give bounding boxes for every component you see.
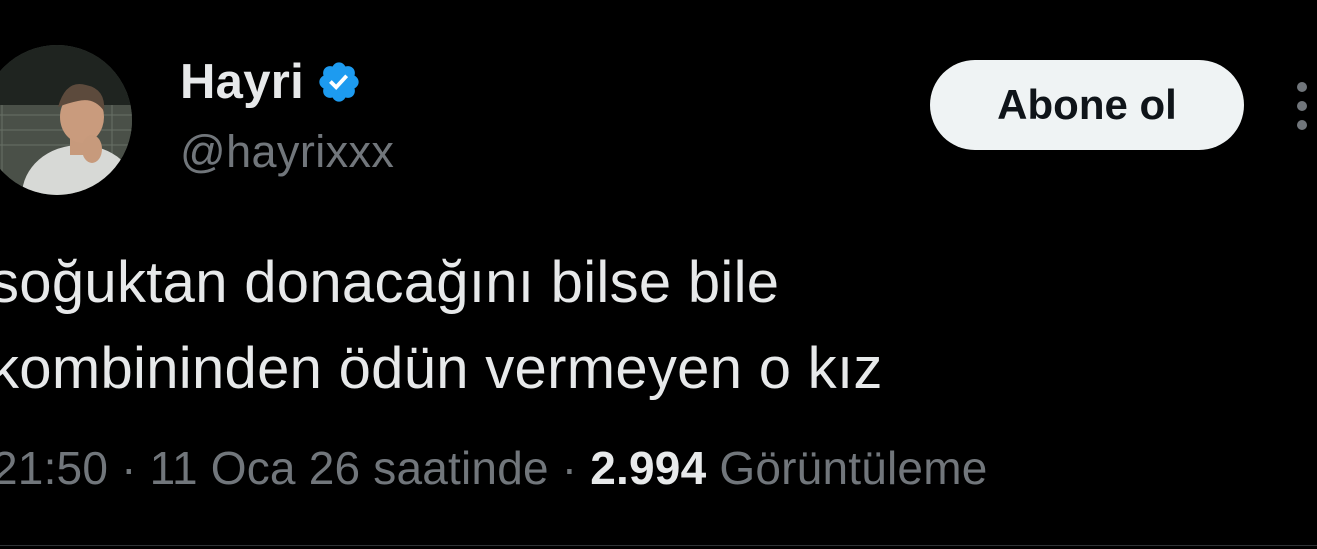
avatar-photo xyxy=(0,45,132,195)
tweet-text-line: soğuktan donacağını bilse bile xyxy=(0,250,780,315)
meta-separator: · xyxy=(121,442,137,494)
verified-badge-icon[interactable] xyxy=(316,59,362,105)
follow-button[interactable]: Abone ol xyxy=(930,60,1244,150)
author-name-row[interactable]: Hayri xyxy=(180,52,362,112)
tweet-date[interactable]: 11 Oca 26 saatinde xyxy=(150,442,549,494)
divider xyxy=(0,545,1317,546)
views-count[interactable]: 2.994 xyxy=(590,442,706,494)
views-label[interactable]: Görüntüleme xyxy=(719,442,987,494)
avatar[interactable] xyxy=(0,45,132,195)
tweet-text-line: kombininden ödün vermeyen o kız xyxy=(0,336,883,401)
tweet-time[interactable]: 21:50 xyxy=(0,442,108,494)
tweet-meta: 21:50 · 11 Oca 26 saatinde · 2.994 Görün… xyxy=(0,438,988,498)
more-vertical-icon[interactable] xyxy=(1292,82,1312,130)
tweet-text: soğuktan donacağını bilse bile kombinind… xyxy=(0,240,1290,412)
author-display-name[interactable]: Hayri xyxy=(180,54,304,110)
author-handle[interactable]: @hayrixxx xyxy=(180,124,394,180)
meta-separator: · xyxy=(561,442,578,494)
